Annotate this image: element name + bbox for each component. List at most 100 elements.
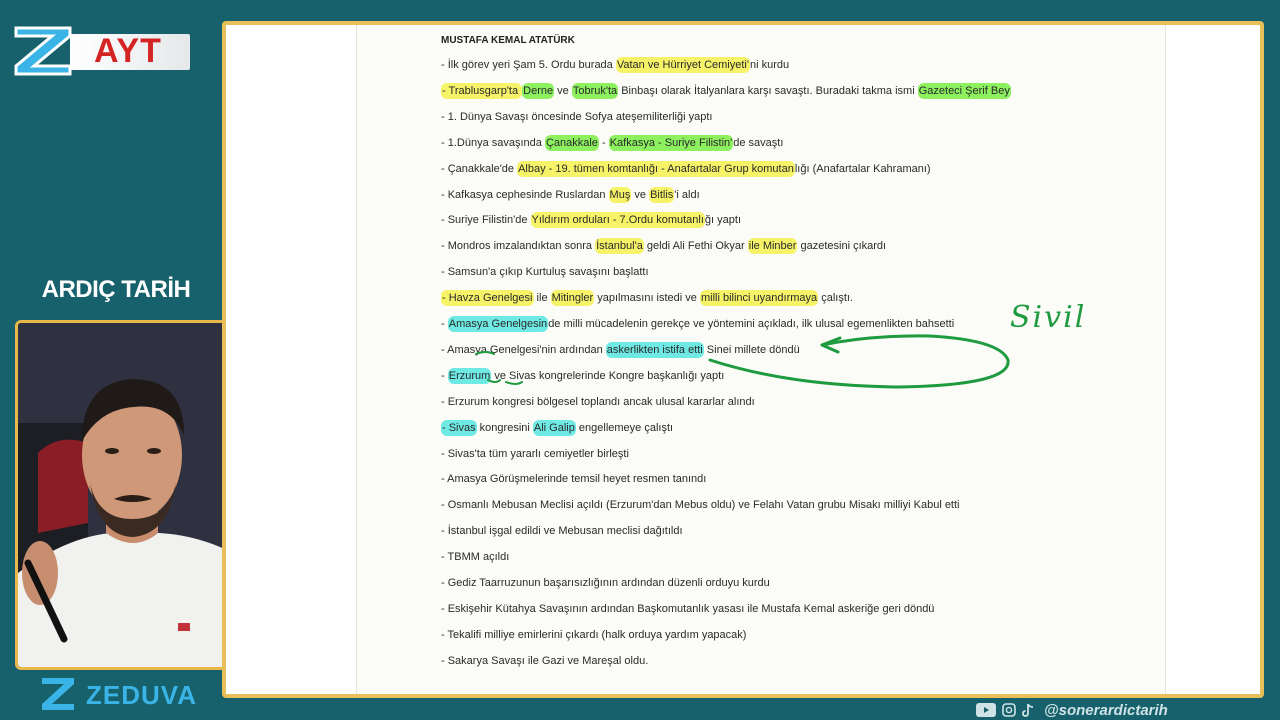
document-line: - Amasya Görüşmelerinde temsil heyet res… <box>441 473 706 485</box>
highlighted-text: Yıldırım orduları - 7.Ordu komutanlı <box>530 212 705 229</box>
document-line: - Osmanlı Mebusan Meclisi açıldı (Erzuru… <box>441 499 960 511</box>
document-line: - TBMM açıldı <box>441 551 509 563</box>
annotation-text: Sivil <box>1010 300 1087 335</box>
highlighted-text: - Sivas <box>441 419 477 436</box>
line-text: ve <box>631 188 650 201</box>
line-text: engellemeye çalıştı <box>575 421 674 434</box>
line-text: - Tekalifi milliye emirlerini çıkardı (h… <box>441 628 747 641</box>
highlighted-text: Çanakkale <box>544 134 599 151</box>
highlighted-text: Kafkasya - Suriye Filistin' <box>608 134 734 151</box>
document-line: - Sivas kongresini Ali Galip engellemeye… <box>441 419 674 436</box>
zeduva-logo-icon <box>42 678 74 710</box>
line-text: - Çanakkale'de <box>441 162 518 175</box>
document-line: - Gediz Taarruzunun başarısızlığının ard… <box>441 577 770 589</box>
tiktok-icon <box>1022 703 1034 717</box>
line-text: Binbaşı olarak İtalyanlara karşı savaştı… <box>618 84 918 97</box>
social-bar: @sonerardictarih <box>976 700 1168 720</box>
line-text: - <box>441 318 448 330</box>
instagram-icon <box>1002 703 1016 717</box>
line-text: Sinei millete döndü <box>703 343 800 356</box>
highlighted-text: askerlikten istifa etti <box>605 341 704 358</box>
highlighted-text: milli bilinci uyandırmaya <box>699 290 819 307</box>
line-text: ve Sivas kongrelerinde Kongre başkanlığı… <box>491 369 725 382</box>
highlighted-text: Vatan ve Hürriyet Cemiyeti' <box>615 57 750 73</box>
document-line: - Mondros imzalandıktan sonra İstanbul'a… <box>441 238 887 255</box>
highlighted-text: Tobruk'ta <box>571 82 619 99</box>
social-handle: @sonerardictarih <box>1044 701 1168 719</box>
line-text: - Osmanlı Mebusan Meclisi açıldı (Erzuru… <box>441 499 960 512</box>
highlighted-text: Ali Galip <box>532 419 576 436</box>
document-line: - Amasya Genelgesinde milli mücadelenin … <box>441 316 955 332</box>
document-line: - Suriye Filistin'de Yıldırım orduları -… <box>441 212 741 229</box>
line-text: ile <box>533 292 551 305</box>
highlighted-text: - Havza Genelgesi <box>441 290 534 307</box>
line-text: - Mondros imzalandıktan sonra <box>441 240 596 253</box>
document-line: - İlk görev yeri Şam 5. Ordu burada Vata… <box>441 57 790 73</box>
line-text: çalıştı. <box>818 292 853 305</box>
highlighted-text: Gazeteci Şerif Bey <box>917 82 1011 99</box>
line-text: lığı (Anafartalar Kahramanı) <box>794 162 931 175</box>
document-line: - Samsun'a çıkıp Kurtuluş savaşını başla… <box>441 266 649 278</box>
document-line: - Kafkasya cephesinde Ruslardan Muş ve B… <box>441 186 700 203</box>
zeduva-z-logo-icon <box>14 26 72 76</box>
line-text: - 1.Dünya savaşında <box>441 136 545 149</box>
line-text: yapılmasını istedi ve <box>594 292 700 305</box>
highlighted-text: İstanbul'a <box>595 238 644 255</box>
line-text: ve <box>554 84 572 97</box>
channel-name: ARDIÇ TARİH <box>41 276 191 303</box>
line-text: - Amasya Genelgesi'nin ardından <box>441 343 606 356</box>
line-text: kongresini <box>476 421 533 434</box>
document-line: - Sivas'ta tüm yararlı cemiyetler birleş… <box>441 448 629 460</box>
document-line: - İstanbul işgal edildi ve Mebusan mecli… <box>441 525 683 537</box>
line-text: de milli mücadelenin gerekçe ve yöntemin… <box>548 318 955 330</box>
highlighted-text: - Trablusgarp'ta <box>441 82 523 99</box>
document-line: - Erzurum kongresi bölgesel toplandı anc… <box>441 396 755 408</box>
line-text: - İlk görev yeri Şam 5. Ordu burada <box>441 59 616 71</box>
line-text: - Erzurum kongresi bölgesel toplandı anc… <box>441 395 755 408</box>
document-line: - 1.Dünya savaşında Çanakkale - Kafkasya… <box>441 134 784 151</box>
document-page: MUSTAFA KEMAL ATATÜRK - İlk görev yeri Ş… <box>356 25 1166 694</box>
document-line: - Çanakkale'de Albay - 19. tümen komtanl… <box>441 160 931 177</box>
document-line: - Eskişehir Kütahya Savaşının ardından B… <box>441 603 934 615</box>
line-text: - 1. Dünya Savaşı öncesinde Sofya ateşem… <box>441 110 713 123</box>
line-text: - Suriye Filistin'de <box>441 214 531 227</box>
line-text: - Sakarya Savaşı ile Gazi ve Mareşal old… <box>441 654 649 667</box>
document-line: - Erzurum ve Sivas kongrelerinde Kongre … <box>441 367 725 384</box>
document-line: - Tekalifi milliye emirlerini çıkardı (h… <box>441 629 746 641</box>
document-title: MUSTAFA KEMAL ATATÜRK <box>441 35 575 46</box>
document-line: - Sakarya Savaşı ile Gazi ve Mareşal old… <box>441 655 648 667</box>
ayt-badge-label: AYT <box>94 32 162 70</box>
highlighted-text: Mitingler <box>550 290 595 307</box>
line-text: - Sivas'ta tüm yararlı cemiyetler birleş… <box>441 447 629 460</box>
line-text: geldi Ali Fethi Okyar <box>643 240 748 253</box>
line-text: gazetesini çıkardı <box>797 240 887 253</box>
document-viewer[interactable]: MUSTAFA KEMAL ATATÜRK - İlk görev yeri Ş… <box>226 25 1260 694</box>
highlighted-text: ile Minber <box>747 238 798 255</box>
highlighted-text: Muş <box>608 186 632 203</box>
document-line: - Havza Genelgesi ile Mitingler yapılmas… <box>441 290 853 307</box>
presenter-image <box>18 323 250 667</box>
line-text: ni kurdu <box>749 59 790 71</box>
line-text: - Amasya Görüşmelerinde temsil heyet res… <box>441 473 707 486</box>
highlighted-text: Derne <box>522 82 555 99</box>
line-text: - Eskişehir Kütahya Savaşının ardından B… <box>441 602 935 615</box>
highlighted-text: Erzurum <box>447 367 492 384</box>
document-line: - Trablusgarp'ta Derne ve Tobruk'ta Binb… <box>441 82 1011 99</box>
highlighted-text: Amasya Genelgesin <box>447 316 549 332</box>
document-line: - 1. Dünya Savaşı öncesinde Sofya ateşem… <box>441 111 712 123</box>
line-text: de savaştı <box>733 136 784 149</box>
line-text: - Samsun'a çıkıp Kurtuluş savaşını başla… <box>441 266 649 279</box>
highlighted-text: Bitlis <box>649 186 675 203</box>
line-text: - Kafkasya cephesinde Ruslardan <box>441 188 609 201</box>
document-line: - Amasya Genelgesi'nin ardından askerlik… <box>441 341 800 358</box>
highlighted-text: Albay - 19. tümen komtanlığı - Anafartal… <box>517 160 795 177</box>
line-text: - <box>441 369 448 382</box>
line-text: 'i aldı <box>674 188 700 201</box>
line-text: - İstanbul işgal edildi ve Mebusan mecli… <box>441 525 683 538</box>
line-text: - TBMM açıldı <box>441 551 510 564</box>
line-text: - <box>598 136 609 149</box>
line-text: - Gediz Taarruzunun başarısızlığının ard… <box>441 577 770 589</box>
brand-name: ZEDUVA <box>86 680 197 710</box>
youtube-icon <box>976 703 996 717</box>
line-text: ğı yaptı <box>704 214 741 227</box>
